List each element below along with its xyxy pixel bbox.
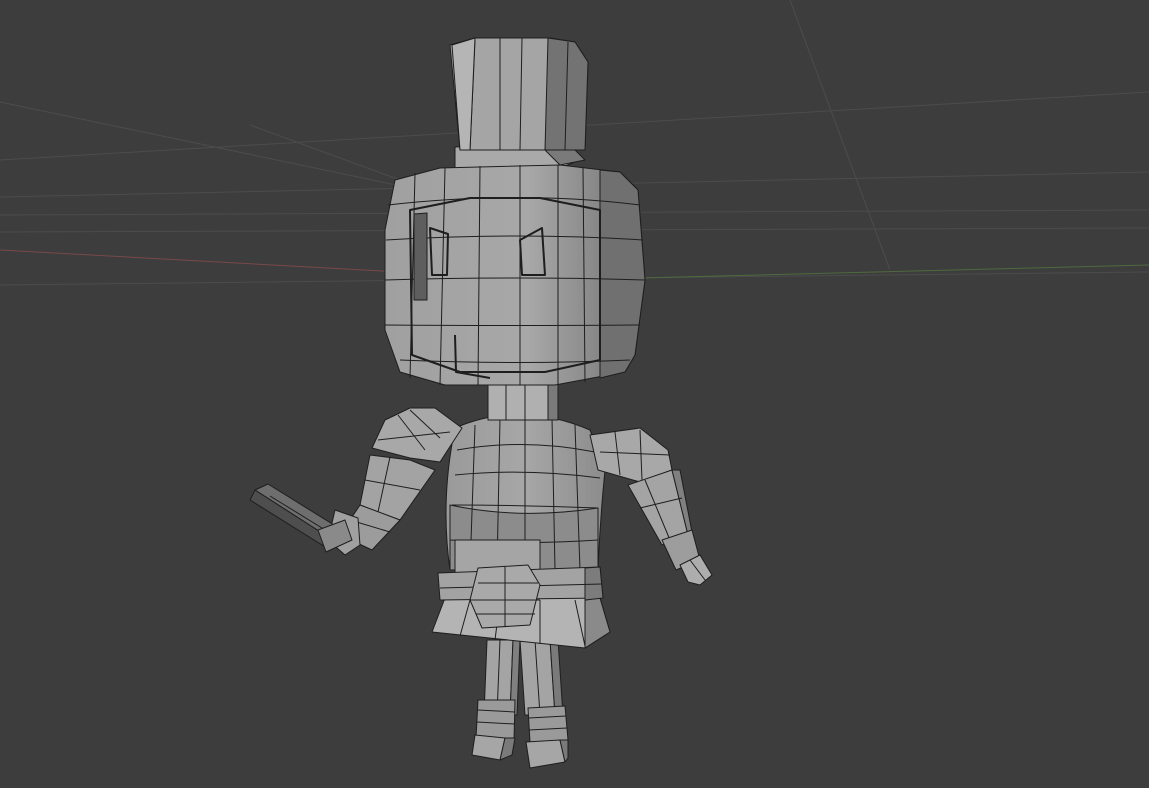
neck[interactable] bbox=[487, 379, 559, 421]
right-leg[interactable] bbox=[519, 639, 569, 769]
top-hat[interactable] bbox=[449, 37, 589, 171]
character-model[interactable] bbox=[249, 37, 713, 769]
viewport-canvas[interactable] bbox=[0, 0, 1149, 788]
left-leg[interactable] bbox=[471, 639, 521, 761]
y-axis-line bbox=[639, 264, 1149, 279]
torso[interactable] bbox=[445, 414, 606, 586]
right-arm[interactable] bbox=[589, 427, 713, 586]
x-axis-line bbox=[0, 249, 401, 273]
3d-viewport[interactable] bbox=[0, 0, 1149, 788]
